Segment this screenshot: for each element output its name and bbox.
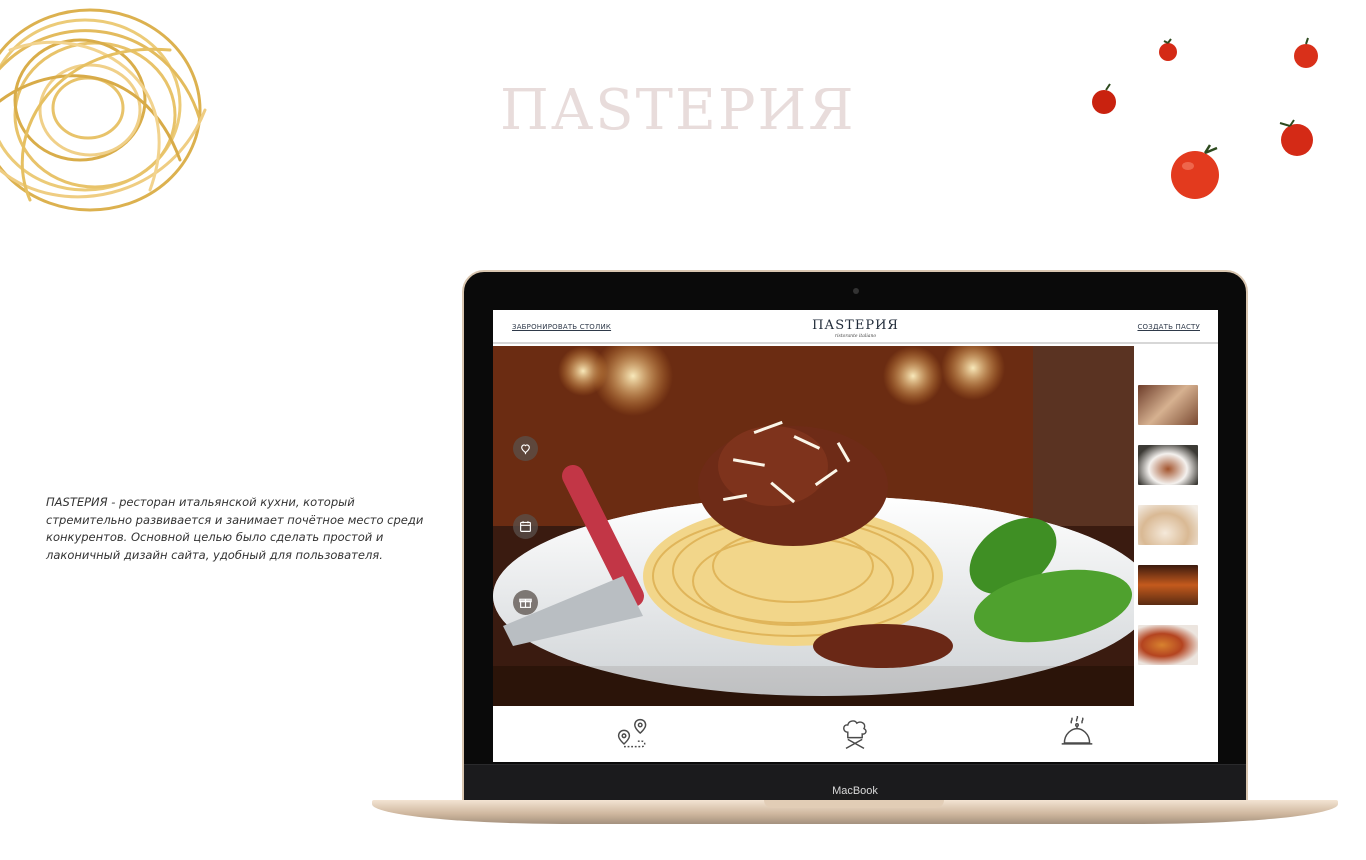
cherry-tomatoes-decoration (1092, 37, 1318, 199)
thumbnail-steak[interactable] (1138, 445, 1198, 485)
hero-title: ПАSTЕРИЯ (500, 78, 856, 143)
site-logo-subtitle: ristorante italiano (834, 334, 877, 339)
thumbnail-restaurant[interactable] (1138, 385, 1198, 425)
thumbnail-pizza[interactable] (1138, 625, 1198, 665)
camera-dot (853, 288, 859, 294)
chef-hat-icon[interactable] (837, 716, 873, 752)
serving-dish-icon[interactable] (1059, 716, 1095, 752)
thumbnail-table-setting[interactable] (1138, 505, 1198, 545)
hero-pasta-photo (493, 346, 1134, 706)
gift-icon[interactable] (513, 590, 538, 615)
laptop-bezel: MacBook (464, 764, 1246, 800)
calendar-icon[interactable] (513, 514, 538, 539)
create-pasta-link[interactable]: СОЗДАТЬ ПАСТУ (1137, 323, 1200, 331)
laptop-brand-label: MacBook (832, 785, 878, 797)
site-logo[interactable]: ПАSTЕРИЯ (493, 318, 1218, 333)
project-description: ПАSTЕРИЯ - ресторан итальянской кухни, к… (46, 495, 424, 562)
map-location-icon[interactable] (615, 716, 651, 752)
laptop-mockup: ЗАБРОНИРОВАТЬ СТОЛИК ПАSTЕРИЯ ristorante… (462, 270, 1248, 802)
pasta-dish-illustration (493, 346, 1134, 706)
website-screen: ЗАБРОНИРОВАТЬ СТОЛИК ПАSTЕРИЯ ristorante… (493, 310, 1218, 762)
laptop-notch (764, 800, 944, 808)
site-header: ЗАБРОНИРОВАТЬ СТОЛИК ПАSTЕРИЯ ristorante… (493, 310, 1218, 344)
heart-balloon-icon[interactable] (513, 436, 538, 461)
laptop-base (372, 800, 1338, 824)
pasta-decoration (0, 8, 207, 212)
thumbnail-oven[interactable] (1138, 565, 1198, 605)
feature-icons-bar (493, 708, 1218, 762)
